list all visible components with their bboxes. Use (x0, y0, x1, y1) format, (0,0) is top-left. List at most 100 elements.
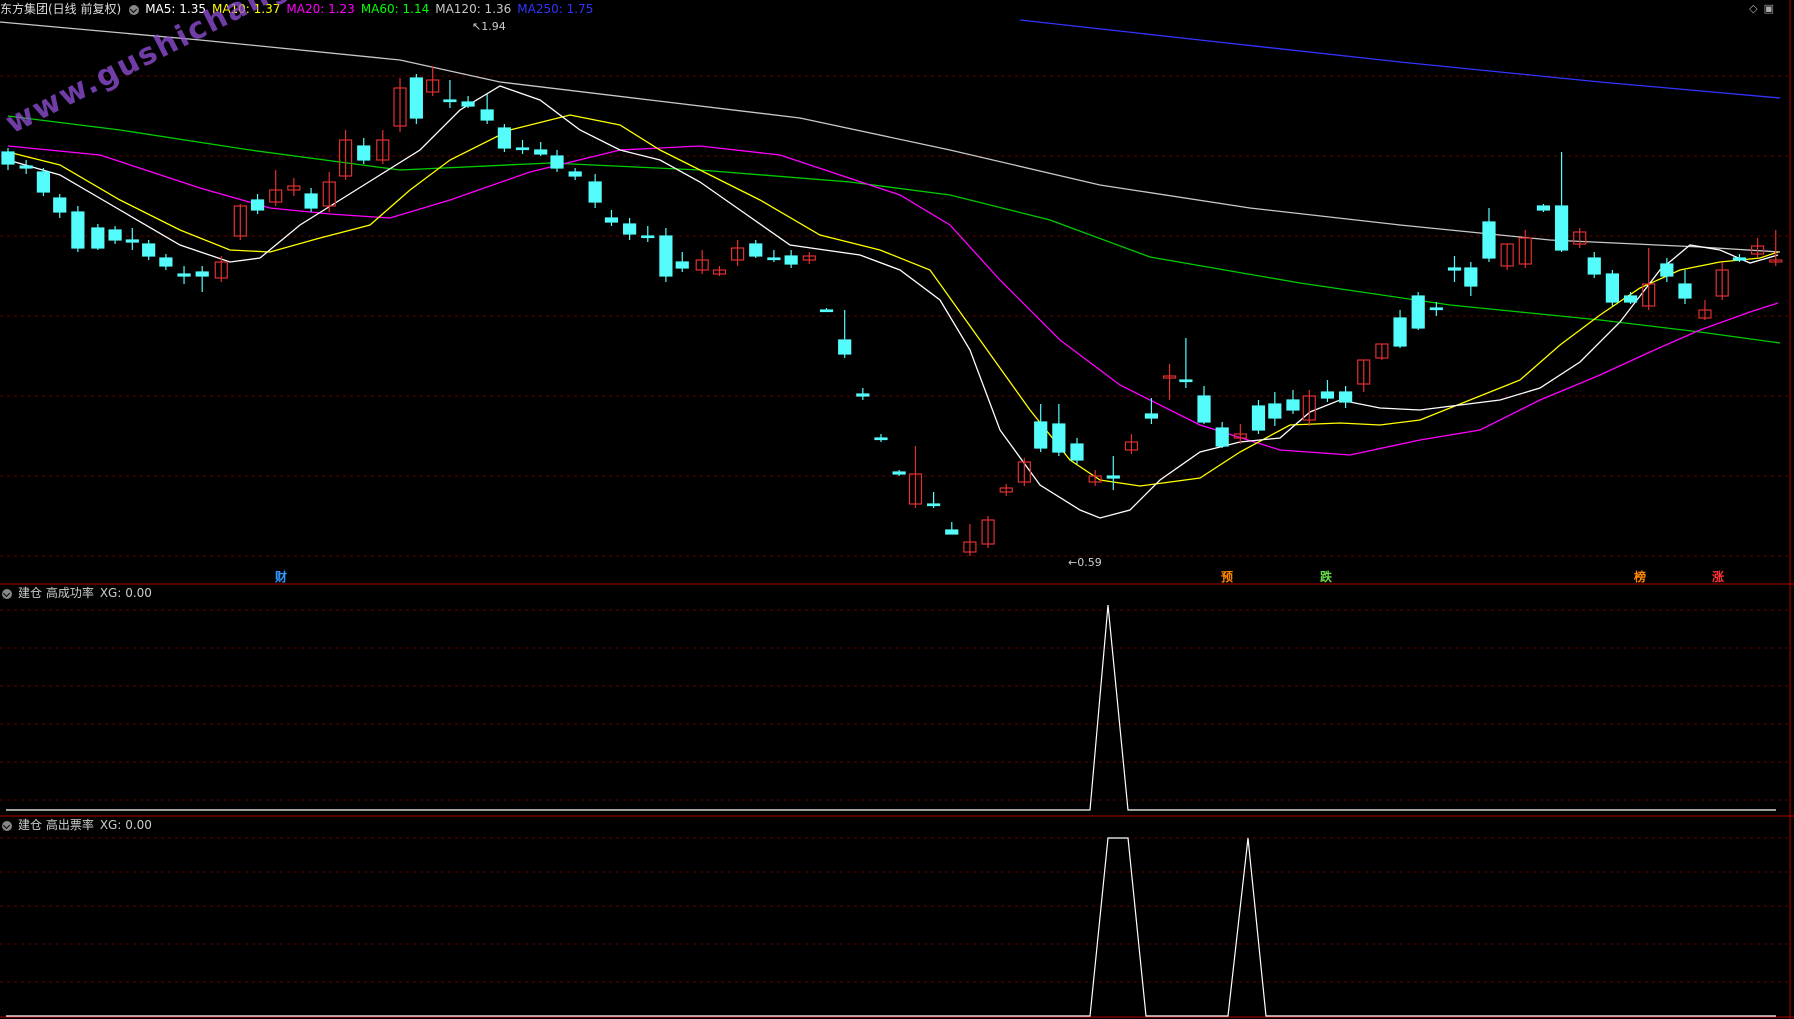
candle-body (304, 193, 318, 209)
candle-body (1587, 257, 1601, 275)
candle-body (480, 109, 494, 121)
candle-body (550, 155, 564, 169)
candle-body (1251, 405, 1266, 431)
candle-body (1447, 267, 1462, 271)
candle-body (1732, 257, 1747, 261)
window-controls: ◇ ▣ (1743, 2, 1774, 15)
candle-body (1144, 413, 1159, 419)
candle-body (659, 235, 673, 277)
candle-body (1393, 317, 1407, 347)
candle-body (461, 101, 475, 107)
marker-yu[interactable]: 预 (1221, 568, 1233, 585)
stock-title: 东方集团(日线 前复权) (0, 2, 122, 16)
candle-body (1179, 379, 1193, 383)
chart-canvas[interactable] (0, 0, 1794, 1019)
candle-body (19, 165, 33, 169)
candle-body (250, 199, 265, 211)
panel-menu-icon[interactable] (129, 4, 140, 15)
candle-body (749, 243, 763, 257)
candle-body (1429, 307, 1443, 311)
candle-body (142, 243, 156, 257)
candle-body (892, 471, 906, 475)
indicator-2-signal-line (6, 837, 1776, 1017)
candle-body (1623, 295, 1638, 303)
candle-body (91, 227, 105, 249)
candle-body (927, 503, 941, 507)
marker-cai[interactable]: 财 (275, 568, 287, 585)
candle-body (1411, 295, 1425, 329)
candle-body (108, 229, 122, 241)
marker-die[interactable]: 跌 (1320, 568, 1332, 585)
candle-body (1678, 283, 1692, 299)
indicator-2-header: 建仓 高出票率 XG: 0.00 (0, 816, 158, 834)
candle-body (1197, 395, 1211, 423)
candle-body (1070, 443, 1084, 461)
indicator-1-value: XG: 0.00 (99, 586, 152, 600)
candle-body (1536, 205, 1551, 211)
candle-body (534, 149, 548, 155)
indicator-1-header: 建仓 高成功率 XG: 0.00 (0, 584, 158, 602)
candle-body (784, 255, 798, 265)
candle-body (856, 393, 870, 397)
low-price-label: ←0.59 (1068, 556, 1102, 569)
ma10-line (7, 114, 1779, 487)
candle-body (604, 217, 619, 223)
candle-body (1464, 267, 1478, 287)
ma5-line (7, 85, 1779, 519)
candle-body (357, 145, 371, 161)
candle-body (195, 271, 209, 277)
candle-body (1482, 221, 1496, 259)
candle-body (1268, 403, 1282, 419)
window-icon[interactable]: ▣ (1764, 2, 1774, 15)
marker-zhang[interactable]: 涨 (1712, 568, 1724, 585)
marker-bang[interactable]: 榜 (1634, 568, 1646, 585)
candle-body (125, 239, 139, 243)
ma-label-5: MA250: 1.75 (517, 2, 594, 16)
candle-body (1286, 399, 1300, 411)
candle-body (568, 171, 582, 177)
candle-body (838, 339, 852, 355)
candle-body (177, 273, 191, 277)
candle-body (159, 257, 173, 267)
ma250-line (1019, 19, 1781, 99)
candle-body (1554, 205, 1569, 251)
candle-body (641, 235, 655, 239)
candle-body (1106, 475, 1120, 479)
candle-body (497, 127, 511, 149)
ma-label-2: MA20: 1.23 (286, 2, 355, 16)
indicator-1-title: 建仓 高成功率 (18, 586, 94, 600)
candle-body (1320, 391, 1335, 399)
ma-label-4: MA120: 1.36 (435, 2, 512, 16)
candle-body (874, 437, 888, 441)
candle-body (1052, 423, 1066, 453)
ma-label-3: MA60: 1.14 (360, 2, 430, 16)
ma20-line (7, 145, 1779, 456)
candle-body (515, 147, 530, 151)
candle-body (1605, 273, 1619, 303)
candle-body (1660, 263, 1674, 277)
candle-body (1034, 421, 1048, 449)
indicator-1-signal-line (6, 604, 1776, 811)
candle-body (443, 99, 457, 103)
candle-body (71, 211, 85, 249)
high-price-label: ↖1.94 (472, 20, 506, 33)
candle-body (409, 77, 423, 119)
candle-body (1215, 427, 1229, 447)
candle-body (945, 529, 959, 535)
ma60-line (7, 115, 1781, 344)
stock-chart-window: 东方集团(日线 前复权) MA5: 1.35 MA10: 1.37 MA20: 1.2… (0, 0, 1794, 1019)
candle-body (36, 171, 50, 193)
candle-body (767, 257, 781, 261)
candle-body (53, 197, 67, 213)
indicator-2-title: 建仓 高出票率 (18, 818, 94, 832)
collapse-icon[interactable] (2, 588, 12, 599)
ma120-line (0, 21, 1781, 253)
diamond-icon[interactable]: ◇ (1749, 2, 1757, 15)
candle-body (623, 223, 637, 235)
candle-body (1339, 391, 1353, 403)
main-panel-header: 东方集团(日线 前复权) MA5: 1.35 MA10: 1.37 MA20: 1.2… (0, 0, 605, 18)
candle-body (1, 151, 15, 165)
candle-body (675, 261, 689, 269)
candle-body (588, 181, 602, 203)
collapse-icon[interactable] (2, 820, 12, 831)
